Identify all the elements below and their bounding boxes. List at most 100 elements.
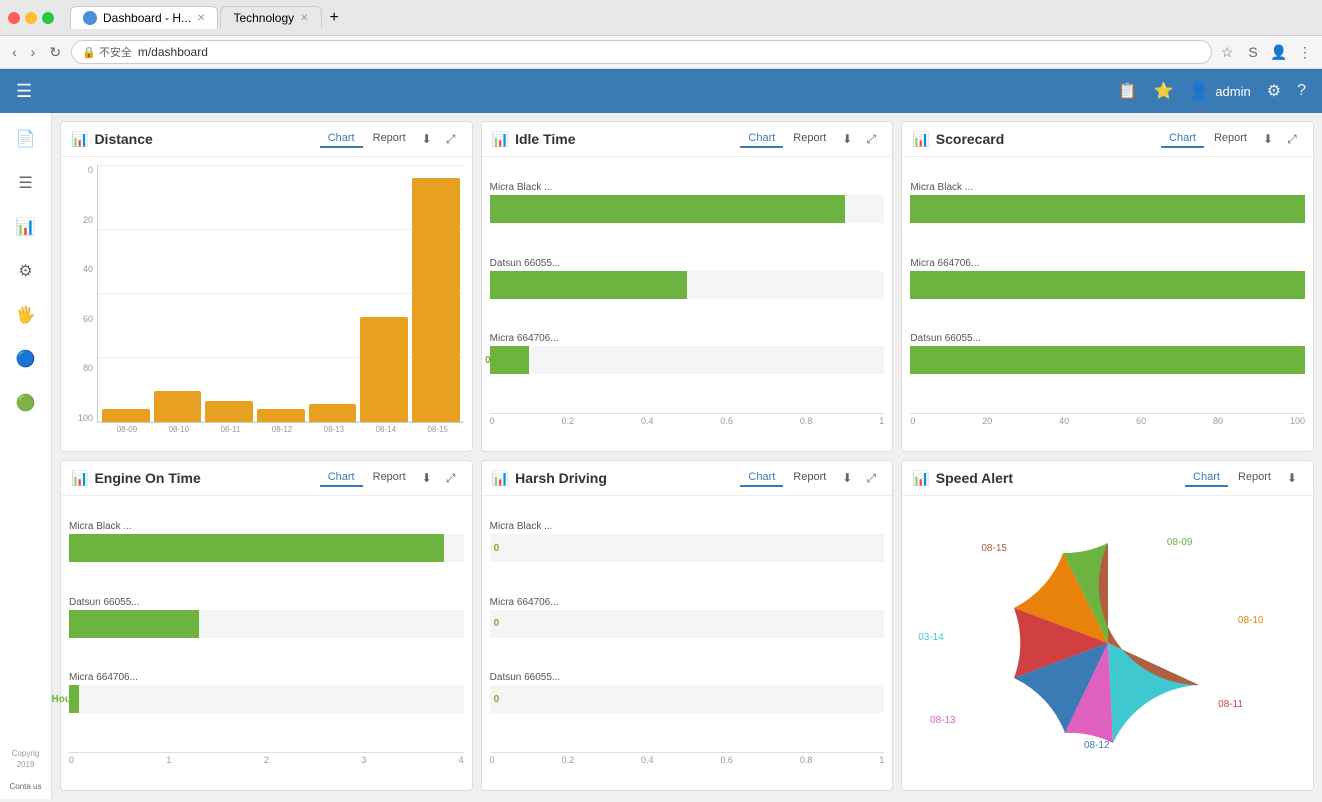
idle-x-axis: 0 0.2 0.4 0.6 0.8 1	[490, 413, 885, 426]
profile-icon[interactable]: S	[1244, 43, 1262, 61]
engine-actions: Chart Report ⬇ ⤢	[320, 467, 462, 489]
distance-v-area: 100 80 60 40 20 0	[69, 165, 464, 423]
bar-08-11	[205, 401, 253, 422]
distance-title: 📊 Distance	[71, 131, 153, 148]
settings-icon[interactable]: ⚙	[1267, 81, 1281, 101]
harsh-driving-label: Harsh Driving	[515, 470, 607, 486]
scorecard-download-icon[interactable]: ⬇	[1257, 128, 1279, 150]
copy-icon[interactable]: 📋	[1118, 81, 1138, 101]
close-dot[interactable]	[8, 12, 20, 24]
harsh-driving-expand-icon[interactable]: ⤢	[860, 467, 882, 489]
sidebar-item-circle2[interactable]: 🟢	[6, 385, 46, 421]
speed-alert-report-tab[interactable]: Report	[1230, 469, 1279, 487]
engine-row-1: Micra Black ... 3.8 Hour	[69, 521, 464, 562]
sidebar-item-settings[interactable]: ⚙	[6, 253, 46, 289]
score-fill-2: 100	[910, 271, 1305, 299]
engine-chart-tab[interactable]: Chart	[320, 469, 363, 487]
speed-alert-chart-tab[interactable]: Chart	[1185, 469, 1228, 487]
speed-alert-chart-body: 08-09 08-10 08-11 08-12 08-13 03-14 08-1…	[902, 496, 1313, 790]
idle-time-chart-tab[interactable]: Chart	[740, 130, 783, 148]
add-tab-button[interactable]: +	[324, 7, 345, 29]
distance-expand-icon[interactable]: ⤢	[440, 128, 462, 150]
speed-alert-download-icon[interactable]: ⬇	[1281, 467, 1303, 489]
tab-dashboard[interactable]: Dashboard - H... ✕	[70, 6, 218, 29]
idle-fill-3: 0.1 Hour	[490, 346, 529, 374]
idle-value-1: 0.9 Hour	[801, 204, 841, 215]
distance-report-tab[interactable]: Report	[365, 130, 414, 148]
engine-icon: 📊	[71, 470, 88, 487]
browser-tabs: Dashboard - H... ✕ Technology ✕ +	[62, 6, 1314, 29]
bar-08-15	[412, 178, 460, 422]
app-header: ☰ 📋 ⭐ 👤 admin ⚙ ?	[0, 69, 1322, 113]
sidebar-item-hand[interactable]: 🖐	[6, 297, 46, 333]
account-icon[interactable]: 👤	[1270, 43, 1288, 61]
harsh-driving-report-tab[interactable]: Report	[785, 469, 834, 487]
idle-track-1: 0.9 Hour	[490, 195, 885, 223]
idle-time-label: Idle Time	[515, 131, 575, 147]
tab-favicon	[83, 11, 97, 25]
sidebar-item-list[interactable]: ☰	[6, 165, 46, 201]
speed-alert-pie: 08-09 08-10 08-11 08-12 08-13 03-14 08-1…	[910, 504, 1305, 782]
engine-on-time-title: 📊 Engine On Time	[71, 470, 201, 487]
scorecard-title: 📊 Scorecard	[912, 131, 1004, 148]
sidebar-item-chart[interactable]: 📊	[6, 209, 46, 245]
bookmark-icon[interactable]: ☆	[1218, 43, 1236, 61]
distance-download-icon[interactable]: ⬇	[416, 128, 438, 150]
distance-x-axis: 08-09 08-10 08-11 08-12 08-13 08-14 08-1…	[69, 423, 464, 434]
scorecard-chart-tab[interactable]: Chart	[1161, 130, 1204, 148]
engine-bar-wrapper-2: 1.3 Hour	[69, 610, 464, 638]
help-icon[interactable]: ?	[1297, 82, 1306, 100]
user-icon: 👤	[1189, 81, 1209, 101]
refresh-button[interactable]: ↻	[45, 42, 65, 63]
sidebar: 📄 ☰ 📊 ⚙ 🖐 🔵 🟢 Copyrig 2019 Conta us	[0, 113, 52, 799]
address-bar[interactable]: 🔒 不安全 m/dashboard	[71, 40, 1212, 64]
engine-on-time-card: 📊 Engine On Time Chart Report ⬇ ⤢ Micra …	[60, 460, 473, 791]
forward-button[interactable]: ›	[27, 42, 40, 62]
harsh-label-1: Micra Black ...	[490, 521, 580, 532]
score-bar-wrapper-2: 100	[910, 271, 1305, 299]
app-body: 📄 ☰ 📊 ⚙ 🖐 🔵 🟢 Copyrig 2019 Conta us 📊 Di…	[0, 113, 1322, 799]
pie-label-0813: 08-13	[930, 715, 956, 726]
harsh-label-3: Datsun 66055...	[490, 672, 580, 683]
idle-time-chart: Micra Black ... 0.9 Hour Datsun 66055...	[490, 165, 885, 443]
scorecard-card-header: 📊 Scorecard Chart Report ⬇ ⤢	[902, 122, 1313, 157]
harsh-driving-download-icon[interactable]: ⬇	[836, 467, 858, 489]
maximize-dot[interactable]	[42, 12, 54, 24]
bar-08-13	[309, 404, 357, 422]
back-button[interactable]: ‹	[8, 42, 21, 62]
idle-time-download-icon[interactable]: ⬇	[836, 128, 858, 150]
speed-alert-label: Speed Alert	[936, 470, 1013, 486]
engine-value-2: 1.3 Hour	[155, 618, 195, 629]
header-left: ☰	[16, 81, 32, 102]
score-track-1: 100	[910, 195, 1305, 223]
more-icon[interactable]: ⋮	[1296, 43, 1314, 61]
engine-expand-icon[interactable]: ⤢	[440, 467, 462, 489]
sidebar-contact[interactable]: Conta us	[9, 782, 41, 791]
speed-alert-title: 📊 Speed Alert	[912, 470, 1013, 487]
score-bar-wrapper-3: 100	[910, 346, 1305, 374]
engine-download-icon[interactable]: ⬇	[416, 467, 438, 489]
speed-alert-actions: Chart Report ⬇	[1185, 467, 1303, 489]
distance-chart-tab[interactable]: Chart	[320, 130, 363, 148]
harsh-row-2: Micra 664706... 0	[490, 597, 885, 638]
minimize-dot[interactable]	[25, 12, 37, 24]
scorecard-label: Scorecard	[936, 131, 1004, 147]
engine-row-2: Datsun 66055... 1.3 Hour	[69, 597, 464, 638]
idle-value-2: 0.5 Hour	[643, 279, 683, 290]
sidebar-item-circle1[interactable]: 🔵	[6, 341, 46, 377]
hamburger-icon[interactable]: ☰	[16, 81, 32, 102]
idle-time-report-tab[interactable]: Report	[785, 130, 834, 148]
harsh-driving-chart-tab[interactable]: Chart	[740, 469, 783, 487]
browser-nav: ‹ › ↻ 🔒 不安全 m/dashboard ☆ S 👤 ⋮	[0, 36, 1322, 69]
bar-08-14	[360, 317, 408, 422]
tab-technology[interactable]: Technology ✕	[220, 6, 321, 29]
sidebar-item-home[interactable]: 📄	[6, 121, 46, 157]
tab-close-icon[interactable]: ✕	[197, 13, 205, 24]
star-icon[interactable]: ⭐	[1153, 81, 1173, 101]
scorecard-icon: 📊	[912, 131, 929, 148]
scorecard-expand-icon[interactable]: ⤢	[1281, 128, 1303, 150]
idle-time-expand-icon[interactable]: ⤢	[860, 128, 882, 150]
scorecard-report-tab[interactable]: Report	[1206, 130, 1255, 148]
tab-technology-close-icon[interactable]: ✕	[300, 13, 308, 24]
engine-report-tab[interactable]: Report	[365, 469, 414, 487]
